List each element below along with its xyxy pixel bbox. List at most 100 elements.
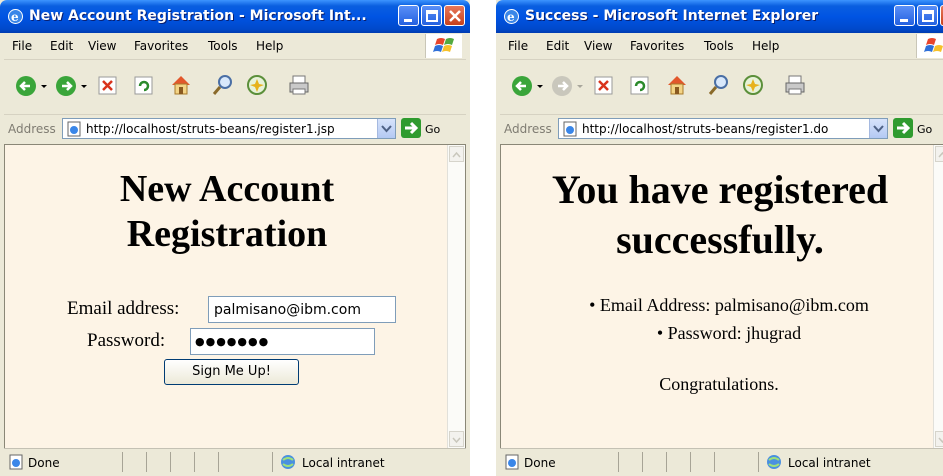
scroll-up-icon[interactable] [449, 146, 464, 162]
windows-flag-icon [425, 34, 462, 58]
email-label: Email address: [67, 298, 180, 319]
minimize-button[interactable] [894, 5, 915, 26]
status-divider [272, 452, 273, 472]
email-address-item: Email Address: palmisano@ibm.com [599, 295, 869, 315]
bullet-icon: • [656, 323, 668, 343]
stop-icon[interactable] [96, 74, 120, 98]
maximize-button[interactable] [917, 5, 938, 26]
page-viewport: You have registered successfully. • Emai… [500, 144, 943, 449]
window-title: Success - Microsoft Internet Explorer [525, 8, 819, 24]
home-icon[interactable] [664, 72, 690, 98]
address-url[interactable]: http://localhost/struts-beans/register1.… [86, 122, 335, 136]
local-intranet-icon [281, 455, 295, 469]
status-text: Done [524, 456, 556, 470]
menu-help[interactable]: Help [256, 39, 283, 53]
status-divider [122, 452, 123, 472]
page-heading-line1: New Account [119, 168, 335, 210]
page-viewport: New Account Registration Email address: … [4, 144, 466, 449]
menu-edit[interactable]: Edit [50, 39, 73, 53]
minimize-button[interactable] [398, 5, 419, 26]
address-label: Address [8, 122, 56, 136]
chevron-down-icon[interactable] [377, 119, 395, 138]
congratulations-text: Congratulations. [659, 374, 779, 394]
menu-view[interactable]: View [88, 39, 116, 53]
page-done-icon [9, 454, 23, 470]
menu-tools[interactable]: Tools [208, 39, 238, 53]
registration-page: New Account Registration Email address: … [5, 145, 449, 445]
scroll-down-icon[interactable] [935, 431, 943, 447]
menu-edit[interactable]: Edit [546, 39, 569, 53]
status-divider [170, 452, 171, 472]
password-field[interactable]: ●●●●●●● [190, 328, 375, 355]
forward-icon[interactable] [54, 72, 88, 100]
status-divider [218, 452, 219, 472]
go-arrow-icon[interactable] [893, 118, 913, 138]
print-icon[interactable] [782, 72, 808, 98]
home-icon[interactable] [168, 72, 194, 98]
page-heading-line2: Registration [126, 213, 328, 255]
menu-help[interactable]: Help [752, 39, 779, 53]
svg-text:e: e [11, 10, 19, 24]
menu-tools[interactable]: Tools [704, 39, 734, 53]
title-bar[interactable]: e Success - Microsoft Internet Explorer [496, 0, 943, 33]
stop-icon[interactable] [592, 74, 616, 98]
back-icon[interactable] [510, 72, 544, 100]
go-button[interactable]: Go [917, 123, 932, 136]
refresh-icon[interactable] [628, 74, 652, 98]
go-arrow-icon[interactable] [401, 118, 421, 138]
back-icon[interactable] [14, 72, 48, 100]
standard-toolbar [500, 60, 943, 115]
address-input[interactable]: http://localhost/struts-beans/register1.… [62, 118, 396, 139]
vertical-scrollbar[interactable] [933, 145, 943, 448]
address-input[interactable]: http://localhost/struts-beans/register1.… [558, 118, 888, 139]
favorites-icon[interactable] [740, 72, 766, 98]
favorites-icon[interactable] [244, 72, 270, 98]
forward-icon[interactable] [550, 72, 584, 100]
print-icon[interactable] [286, 72, 312, 98]
menu-favorites[interactable]: Favorites [134, 39, 188, 53]
email-field[interactable] [208, 296, 396, 323]
refresh-icon[interactable] [132, 74, 156, 98]
address-label: Address [504, 122, 552, 136]
page-heading-line2: successfully. [616, 217, 824, 262]
bullet-icon: • [589, 295, 600, 315]
menu-view[interactable]: View [584, 39, 612, 53]
status-divider [618, 452, 619, 472]
address-bar: Address http://localhost/struts-beans/re… [500, 115, 943, 142]
title-bar[interactable]: e New Account Registration - Microsoft I… [0, 0, 470, 33]
address-url[interactable]: http://localhost/struts-beans/register1.… [582, 122, 828, 136]
menu-bar: File Edit View Favorites Tools Help [500, 33, 943, 60]
ie-window-registration: e New Account Registration - Microsoft I… [0, 0, 470, 476]
menu-file[interactable]: File [12, 39, 32, 53]
password-label: Password: [87, 330, 166, 351]
go-button[interactable]: Go [425, 123, 440, 136]
menu-file[interactable]: File [508, 39, 528, 53]
menu-favorites[interactable]: Favorites [630, 39, 684, 53]
zone-text: Local intranet [788, 456, 871, 470]
page-done-icon [505, 454, 519, 470]
chevron-down-icon[interactable] [869, 119, 887, 138]
status-divider [642, 452, 643, 472]
ie-logo-icon: e [504, 9, 519, 24]
windows-flag-icon [916, 34, 943, 58]
scroll-down-icon[interactable] [449, 431, 464, 447]
svg-text:e: e [507, 10, 515, 24]
search-icon[interactable] [210, 72, 236, 98]
standard-toolbar [4, 60, 466, 115]
scroll-up-icon[interactable] [935, 146, 943, 162]
status-divider [666, 452, 667, 472]
status-bar: Done Local intranet [4, 448, 466, 476]
page-icon [67, 121, 81, 137]
close-button[interactable] [444, 5, 465, 26]
vertical-scrollbar[interactable] [447, 145, 465, 448]
status-divider [146, 452, 147, 472]
status-bar: Done Local intranet [500, 448, 943, 476]
page-heading-line1: You have registered [551, 167, 889, 212]
status-text: Done [28, 456, 60, 470]
status-divider [194, 452, 195, 472]
ie-logo-icon: e [8, 9, 23, 24]
maximize-button[interactable] [421, 5, 442, 26]
sign-me-up-button[interactable]: Sign Me Up! [164, 359, 299, 385]
search-icon[interactable] [706, 72, 732, 98]
status-divider [690, 452, 691, 472]
